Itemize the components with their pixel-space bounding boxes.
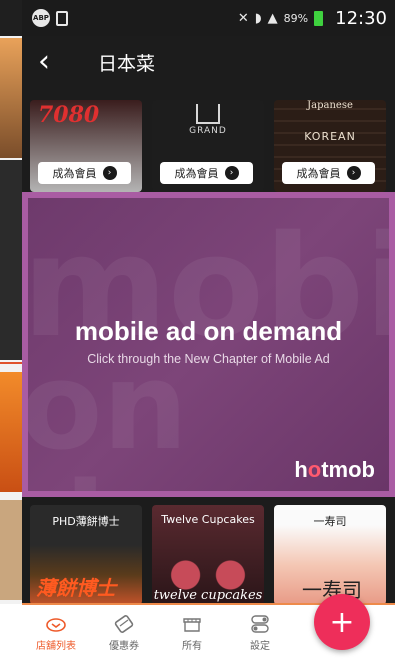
- store-card[interactable]: GRAND 成為會員 ›: [152, 100, 264, 192]
- nav-store-list[interactable]: 店舖列表: [22, 605, 90, 661]
- ad-content: mobi on de mobile ad on demand Click thr…: [28, 198, 389, 491]
- member-label: 成為會員: [52, 167, 97, 180]
- restaurant-name: PHD薄餅博士: [52, 515, 120, 528]
- member-label: 成為會員: [174, 167, 219, 180]
- signal-icon: ▲: [267, 10, 278, 26]
- store-list-icon: [45, 615, 67, 633]
- store-cards-row: 7080 成為會員 › GRAND 成為會員 › Japanese KOREAN: [22, 100, 395, 192]
- ad-banner[interactable]: mobi on de mobile ad on demand Click thr…: [22, 192, 395, 497]
- store-card[interactable]: Japanese KOREAN 成為會員 ›: [274, 100, 386, 192]
- nav-settings[interactable]: 設定: [226, 605, 294, 661]
- arrow-right-icon: ›: [102, 166, 117, 180]
- nav-label: 所有: [182, 640, 202, 652]
- add-fab-button[interactable]: +: [314, 594, 370, 650]
- document-icon: [56, 10, 68, 26]
- store-logo: 7080: [38, 102, 100, 128]
- settings-toggle-icon: [249, 614, 271, 633]
- app-bar: ‹ 日本菜: [22, 36, 395, 88]
- nav-all[interactable]: 所有: [158, 605, 226, 661]
- restaurant-card[interactable]: 一寿司 一寿司: [274, 505, 386, 605]
- clock: 12:30: [335, 7, 387, 29]
- previous-screen-edge: [0, 0, 22, 661]
- restaurant-cards-row: PHD薄餅博士 薄餅博士 Twelve Cupcakes twelve cupc…: [22, 505, 395, 605]
- wifi-icon: ◗: [254, 10, 262, 26]
- ad-headline: mobile ad on demand: [74, 316, 343, 346]
- nav-coupons[interactable]: 優惠券: [90, 605, 158, 661]
- status-bar: ABP ✕ ◗ ▲ 89% 12:30: [22, 0, 395, 36]
- battery-percent: 89%: [283, 11, 309, 25]
- ad-subline: Click through the New Chapter of Mobile …: [87, 352, 330, 366]
- store-logo: GRAND: [189, 126, 227, 136]
- nav-label: 設定: [250, 640, 270, 652]
- store-logo-sub: KOREAN: [304, 130, 356, 143]
- back-arrow-icon[interactable]: ‹: [38, 47, 78, 77]
- restaurant-name: 一寿司: [313, 515, 347, 528]
- battery-icon: [314, 10, 324, 26]
- restaurant-card[interactable]: Twelve Cupcakes twelve cupcakes: [152, 505, 264, 605]
- shop-icon: [181, 615, 203, 633]
- become-member-button[interactable]: 成為會員 ›: [282, 162, 375, 184]
- screen: ABP ✕ ◗ ▲ 89% 12:30 ‹ 日本菜 7080 成為會員 › GR…: [0, 0, 395, 661]
- become-member-button[interactable]: 成為會員 ›: [38, 162, 131, 184]
- become-member-button[interactable]: 成為會員 ›: [160, 162, 253, 184]
- arrow-right-icon: ›: [224, 166, 239, 180]
- nav-label: 優惠券: [109, 640, 139, 652]
- restaurant-card[interactable]: PHD薄餅博士 薄餅博士: [30, 505, 142, 605]
- store-logo: Japanese: [307, 100, 353, 111]
- member-label: 成為會員: [296, 167, 341, 180]
- page-title: 日本菜: [98, 52, 156, 75]
- restaurant-logo: twelve cupcakes: [153, 588, 263, 603]
- adblock-icon: ABP: [32, 9, 50, 27]
- restaurant-logo: 薄餅博士: [36, 576, 116, 600]
- nav-label: 店舖列表: [36, 640, 76, 652]
- ad-brand-logo: hotmob: [294, 457, 375, 482]
- store-logo-mark: [196, 104, 220, 124]
- arrow-right-icon: ›: [346, 166, 361, 180]
- coupon-icon: [113, 614, 135, 633]
- store-card[interactable]: 7080 成為會員 ›: [30, 100, 142, 192]
- mute-icon: ✕: [237, 10, 249, 26]
- restaurant-name: Twelve Cupcakes: [161, 513, 255, 526]
- app-panel: ABP ✕ ◗ ▲ 89% 12:30 ‹ 日本菜 7080 成為會員 › GR…: [22, 0, 395, 661]
